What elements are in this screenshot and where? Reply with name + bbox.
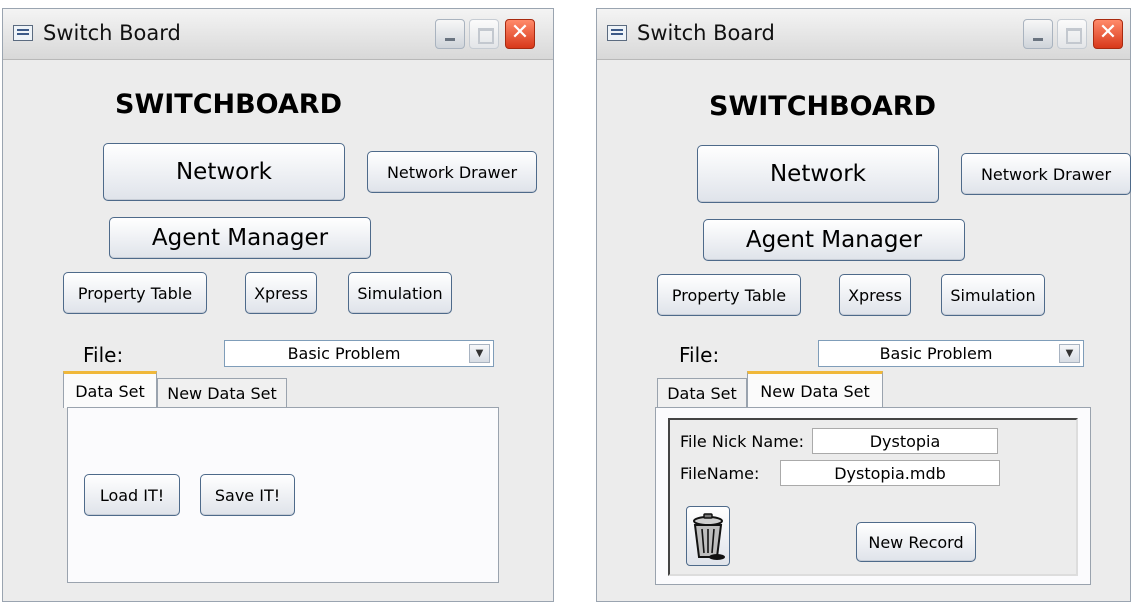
switchboard-heading: SWITCHBOARD xyxy=(709,91,937,122)
window-title: Switch Board xyxy=(43,21,181,45)
title-bar[interactable]: Switch Board xyxy=(3,9,553,60)
new-record-button[interactable]: New Record xyxy=(856,522,976,562)
file-select-value: Basic Problem xyxy=(287,344,401,363)
save-button[interactable]: Save IT! xyxy=(200,474,295,516)
form-icon xyxy=(607,25,627,41)
maximize-icon[interactable] xyxy=(1057,19,1087,49)
xpress-button[interactable]: Xpress xyxy=(839,274,911,316)
switchboard-heading: SWITCHBOARD xyxy=(115,89,343,120)
file-select[interactable]: Basic Problem ▼ xyxy=(224,340,494,367)
close-icon[interactable] xyxy=(505,19,535,49)
new-data-set-panel: File Nick Name: Dystopia FileName: Dysto… xyxy=(655,407,1091,585)
title-bar[interactable]: Switch Board xyxy=(597,9,1130,60)
data-set-panel: Load IT! Save IT! xyxy=(67,407,499,583)
network-button[interactable]: Network xyxy=(697,145,939,203)
chevron-down-icon[interactable]: ▼ xyxy=(1059,344,1080,363)
filename-label: FileName: xyxy=(680,464,760,483)
close-icon[interactable] xyxy=(1093,19,1123,49)
network-button[interactable]: Network xyxy=(103,143,345,201)
file-label: File: xyxy=(679,343,720,367)
file-select-value: Basic Problem xyxy=(879,344,993,363)
tab-new-data-set[interactable]: New Data Set xyxy=(747,371,883,408)
new-data-set-form: File Nick Name: Dystopia FileName: Dysto… xyxy=(668,418,1078,576)
network-drawer-button[interactable]: Network Drawer xyxy=(961,153,1131,195)
window-title: Switch Board xyxy=(637,21,775,45)
minimize-icon[interactable] xyxy=(1023,19,1053,49)
xpress-button[interactable]: Xpress xyxy=(245,272,317,314)
delete-button[interactable] xyxy=(686,506,730,566)
simulation-button[interactable]: Simulation xyxy=(348,272,452,314)
load-button[interactable]: Load IT! xyxy=(84,474,180,516)
switchboard-window-new-data-set: Switch Board SWITCHBOARD Network Network… xyxy=(596,8,1131,602)
file-select[interactable]: Basic Problem ▼ xyxy=(818,340,1084,367)
tab-data-set[interactable]: Data Set xyxy=(657,378,747,408)
simulation-button[interactable]: Simulation xyxy=(941,274,1045,316)
maximize-icon[interactable] xyxy=(469,19,499,49)
switchboard-window-data-set: Switch Board SWITCHBOARD Network Network… xyxy=(2,8,554,602)
file-nick-name-field[interactable]: Dystopia xyxy=(812,428,998,454)
chevron-down-icon[interactable]: ▼ xyxy=(469,344,490,363)
form-icon xyxy=(13,25,33,41)
tab-data-set[interactable]: Data Set xyxy=(63,371,157,408)
minimize-icon[interactable] xyxy=(435,19,465,49)
trash-icon xyxy=(693,513,725,560)
network-drawer-button[interactable]: Network Drawer xyxy=(367,151,537,193)
file-nick-name-label: File Nick Name: xyxy=(680,432,805,451)
property-table-button[interactable]: Property Table xyxy=(63,272,207,314)
file-label: File: xyxy=(83,343,124,367)
agent-manager-button[interactable]: Agent Manager xyxy=(109,217,371,259)
property-table-button[interactable]: Property Table xyxy=(657,274,801,316)
filename-field[interactable]: Dystopia.mdb xyxy=(780,460,1000,486)
agent-manager-button[interactable]: Agent Manager xyxy=(703,219,965,261)
tab-new-data-set[interactable]: New Data Set xyxy=(157,378,287,408)
